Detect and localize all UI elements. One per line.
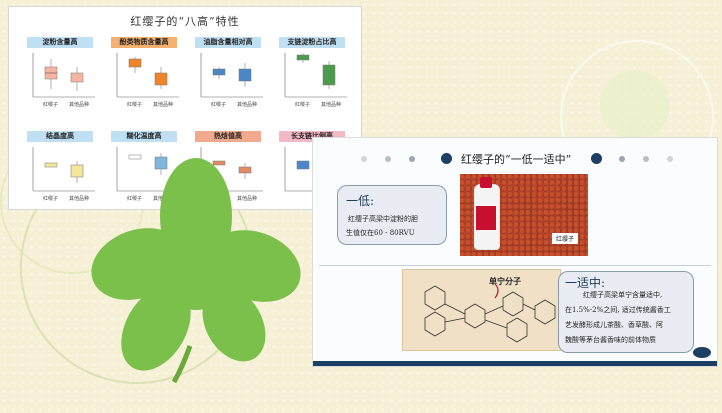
chart-card-oil: 油脂含量相对高 红缨子 其他品种	[189, 37, 267, 111]
photo-caption: 红缨子	[551, 233, 578, 244]
sorghum-photo: 红缨子	[460, 174, 588, 256]
card-title: 油脂含量相对高	[195, 37, 261, 48]
moderate-line-4: 魏酸等茅台酱香味的前体物质	[565, 336, 656, 344]
divider	[319, 265, 711, 266]
slide1-title: 红缨子的“八高”特性	[130, 15, 240, 28]
slide2-title: 红缨子的“一低一适中”	[461, 153, 572, 166]
card-title: 酚类物质含量高	[111, 37, 177, 48]
x-label: 红缨子	[211, 102, 227, 108]
moderate-line-1: 红缨子高梁单宁含量适中,	[583, 291, 663, 299]
logo-icon	[693, 347, 711, 358]
card-title: 淀粉含量高	[27, 37, 93, 48]
moderate-line-3: 艺发酵形成儿茶酸、香草酸、阿	[565, 321, 663, 329]
card-title: 支链淀粉占比高	[279, 37, 345, 48]
title-dot	[409, 156, 415, 162]
x-label: 红缨子	[43, 102, 59, 108]
molecule-structure-icon	[424, 283, 556, 343]
card-title: 糊化温度高	[111, 131, 177, 142]
title-dot	[441, 153, 452, 164]
boxplot-chart	[284, 53, 347, 98]
chart-card-amylopectin: 支链淀粉占比高 红缨子 其他品种	[273, 37, 351, 111]
tannin-label: 单宁分子	[489, 276, 521, 286]
chart-card-phenol: 酚类物质含量高 红缨子 其他品种	[105, 37, 183, 111]
x-label: 红缨子	[43, 196, 59, 202]
boxplot-chart	[200, 53, 263, 98]
low-line-1: 红缨子高梁中淀粉的胆	[348, 215, 418, 223]
chart-card-starch: 淀粉含量高 红缨子 其他品种	[21, 37, 99, 111]
slide-footer-bar	[313, 361, 717, 366]
title-dot	[619, 156, 625, 162]
title-dot	[643, 156, 649, 162]
x-label: 红缨子	[127, 102, 143, 108]
boxplot-chart	[116, 53, 179, 98]
x-label: 红缨子	[295, 102, 311, 108]
moderate-box: 一适中: 红缨子高梁单宁含量适中, 在1.5%-2%之间, 适过传统酱香工 艺发…	[558, 271, 694, 353]
clover-decoration-icon	[91, 158, 301, 384]
one-low-one-moderate-slide: 红缨子的“一低一适中” 一低: 红缨子高梁中淀粉的胆 生值仅在60 - 80RV…	[312, 137, 718, 367]
card-title: 热焓值高	[195, 131, 261, 142]
low-box: 一低: 红缨子高梁中淀粉的胆 生值仅在60 - 80RVU	[337, 185, 447, 245]
x-label: 其他品种	[153, 102, 174, 108]
low-line-2: 生值仅在60 - 80RVU	[346, 229, 415, 237]
decorative-circle	[600, 70, 670, 140]
x-label: 其他品种	[237, 102, 258, 108]
moderate-line-2: 在1.5%-2%之间, 适过传统酱香工	[565, 306, 671, 314]
tannin-molecule-image: 单宁分子	[402, 269, 561, 351]
title-dot	[591, 153, 602, 164]
low-heading: 一低:	[346, 194, 375, 208]
x-label: 其他品种	[69, 102, 90, 108]
title-dot	[361, 156, 367, 162]
x-label: 其他品种	[321, 102, 342, 108]
title-dot	[667, 156, 673, 162]
title-dot	[385, 156, 391, 162]
card-title: 结晶度高	[27, 131, 93, 142]
boxplot-chart	[32, 53, 95, 98]
